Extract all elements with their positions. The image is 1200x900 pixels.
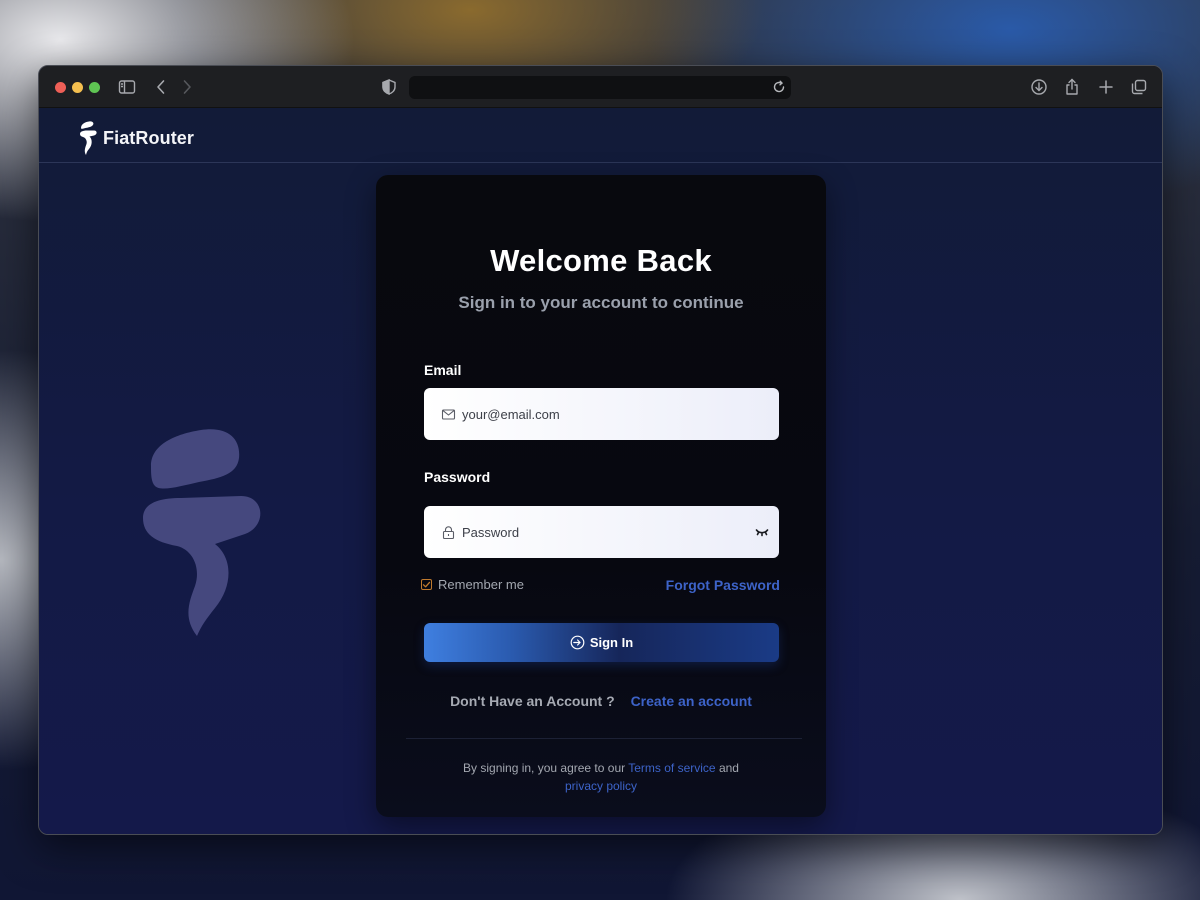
no-account-text: Don't Have an Account ? [450,693,615,709]
shield-icon[interactable] [379,77,399,97]
email-field-container [424,388,779,440]
terms-prefix: By signing in, you agree to our [463,761,626,775]
share-icon[interactable] [1062,77,1082,97]
login-card: Welcome Back Sign in to your account to … [376,175,826,817]
remember-me-label: Remember me [438,577,524,592]
terms-and: and [718,761,739,775]
background-logo-icon [141,426,265,636]
page-content: FiatRouter Welcome Back Sign in to your … [39,108,1162,834]
mail-icon [441,407,456,422]
site-header: FiatRouter [39,108,1162,163]
browser-window: FiatRouter Welcome Back Sign in to your … [38,65,1163,835]
password-field-container [424,506,779,558]
sign-in-label: Sign In [589,635,634,650]
brand-logo-icon [76,119,100,157]
terms-of-service-link[interactable]: Terms of service [628,761,715,775]
remember-me-checkbox[interactable] [421,579,432,590]
sign-in-button[interactable]: Sign In [424,623,779,662]
remember-me-toggle[interactable]: Remember me [421,577,524,592]
email-label: Email [424,362,462,378]
page-subtitle: Sign in to your account to continue [458,293,744,312]
lock-icon [441,525,456,540]
create-account-row: Don't Have an Account ? Create an accoun… [376,693,826,709]
brand-logo-link[interactable]: FiatRouter [76,119,194,157]
zoom-window-button[interactable] [89,82,100,93]
address-bar[interactable] [409,76,791,99]
plus-icon[interactable] [1096,77,1116,97]
brand-name: FiatRouter [103,127,194,148]
reload-icon[interactable] [771,79,787,95]
create-account-link[interactable]: Create an account [631,693,752,709]
chevron-right-icon[interactable] [177,77,197,97]
password-label: Password [424,469,491,485]
chevron-left-icon[interactable] [151,77,171,97]
eye-closed-icon[interactable] [755,525,769,539]
email-field[interactable] [462,406,732,422]
privacy-policy-link[interactable]: privacy policy [565,779,637,793]
close-window-button[interactable] [55,82,66,93]
divider [406,738,802,739]
download-icon[interactable] [1029,77,1049,97]
password-field[interactable] [462,524,732,540]
terms-notice: By signing in, you agree to our Terms of… [376,759,826,795]
page-title: Welcome Back [490,243,712,278]
forgot-password-link[interactable]: Forgot Password [666,577,780,593]
minimize-window-button[interactable] [72,82,83,93]
tabs-overview-icon[interactable] [1129,77,1149,97]
sign-in-icon [570,635,585,650]
browser-toolbar [39,66,1162,108]
sidebar-icon[interactable] [117,77,137,97]
